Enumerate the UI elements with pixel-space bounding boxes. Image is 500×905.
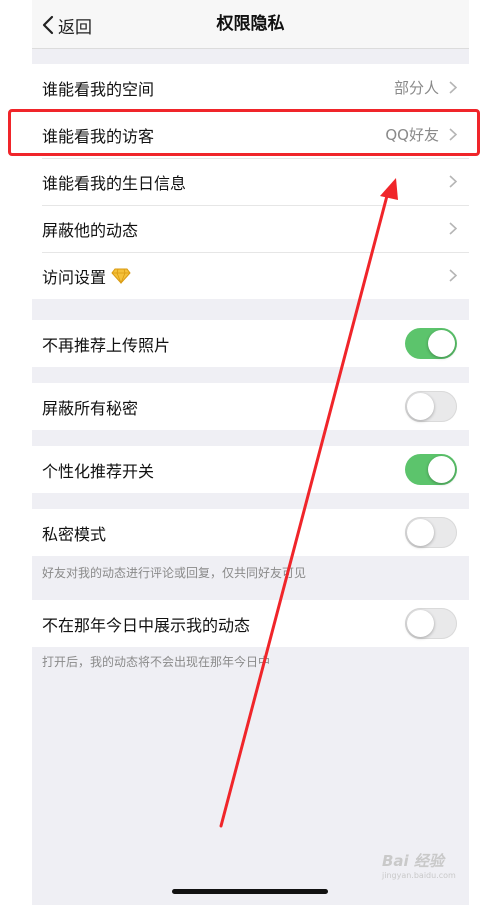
personalized-group: 个性化推荐开关 bbox=[32, 446, 469, 493]
recommend-photos-group: 不再推荐上传照片 bbox=[32, 320, 469, 367]
chevron-left-icon bbox=[42, 15, 54, 35]
chevron-right-icon bbox=[449, 222, 457, 235]
row-no-recommend-photos: 不再推荐上传照片 bbox=[32, 320, 469, 367]
row-label: 谁能看我的访客 bbox=[42, 126, 155, 146]
row-label: 私密模式 bbox=[42, 524, 107, 544]
settings-screen: 返回 权限隐私 谁能看我的空间 部分人 谁能看我的访客 QQ好友 谁能看我的生日… bbox=[32, 0, 469, 905]
block-secrets-group: 屏蔽所有秘密 bbox=[32, 383, 469, 430]
row-value: 部分人 bbox=[393, 79, 439, 97]
block-secrets-toggle[interactable] bbox=[405, 391, 457, 422]
row-hide-on-this-day: 不在那年今日中展示我的动态 bbox=[32, 600, 469, 647]
toggle-knob bbox=[407, 519, 434, 546]
on-this-day-note: 打开后，我的动态将不会出现在那年今日中 bbox=[42, 655, 271, 669]
row-who-can-see-space[interactable]: 谁能看我的空间 部分人 bbox=[32, 64, 469, 111]
row-value: QQ好友 bbox=[385, 126, 439, 144]
toggle-knob bbox=[407, 393, 434, 420]
toggle-knob bbox=[428, 330, 455, 357]
row-block-his-feed[interactable]: 屏蔽他的动态 bbox=[32, 205, 469, 252]
diamond-icon bbox=[111, 268, 131, 284]
row-label: 个性化推荐开关 bbox=[42, 461, 155, 481]
private-mode-note: 好友对我的动态进行评论或回复，仅共同好友可见 bbox=[42, 566, 307, 580]
row-label: 谁能看我的生日信息 bbox=[42, 173, 187, 193]
toggle-knob bbox=[428, 456, 455, 483]
chevron-right-icon bbox=[449, 175, 457, 188]
privacy-settings-group: 谁能看我的空间 部分人 谁能看我的访客 QQ好友 谁能看我的生日信息 屏蔽他的动… bbox=[32, 64, 469, 299]
row-label: 访问设置 bbox=[42, 267, 107, 287]
home-indicator[interactable] bbox=[172, 889, 328, 894]
toggle-knob bbox=[407, 610, 434, 637]
row-who-can-see-visitors[interactable]: 谁能看我的访客 QQ好友 bbox=[32, 111, 469, 158]
on-this-day-toggle[interactable] bbox=[405, 608, 457, 639]
row-who-can-see-birthday[interactable]: 谁能看我的生日信息 bbox=[32, 158, 469, 205]
row-access-settings[interactable]: 访问设置 bbox=[32, 252, 469, 299]
row-label: 不再推荐上传照片 bbox=[42, 335, 171, 355]
back-label: 返回 bbox=[58, 17, 92, 38]
chevron-right-icon bbox=[449, 269, 457, 282]
page-title: 权限隐私 bbox=[216, 14, 285, 34]
back-button[interactable]: 返回 bbox=[42, 12, 92, 38]
on-this-day-group: 不在那年今日中展示我的动态 bbox=[32, 600, 469, 647]
private-mode-toggle[interactable] bbox=[405, 517, 457, 548]
chevron-right-icon bbox=[449, 81, 457, 94]
row-personalized-recommend: 个性化推荐开关 bbox=[32, 446, 469, 493]
row-label: 不在那年今日中展示我的动态 bbox=[42, 615, 251, 635]
navigation-bar: 返回 权限隐私 bbox=[32, 0, 469, 49]
row-label: 屏蔽所有秘密 bbox=[42, 398, 139, 418]
personalized-toggle[interactable] bbox=[405, 454, 457, 485]
row-label: 屏蔽他的动态 bbox=[42, 220, 139, 240]
chevron-right-icon bbox=[449, 128, 457, 141]
row-label: 谁能看我的空间 bbox=[42, 79, 155, 99]
row-private-mode: 私密模式 bbox=[32, 509, 469, 556]
private-mode-group: 私密模式 bbox=[32, 509, 469, 556]
recommend-photos-toggle[interactable] bbox=[405, 328, 457, 359]
row-block-all-secrets: 屏蔽所有秘密 bbox=[32, 383, 469, 430]
